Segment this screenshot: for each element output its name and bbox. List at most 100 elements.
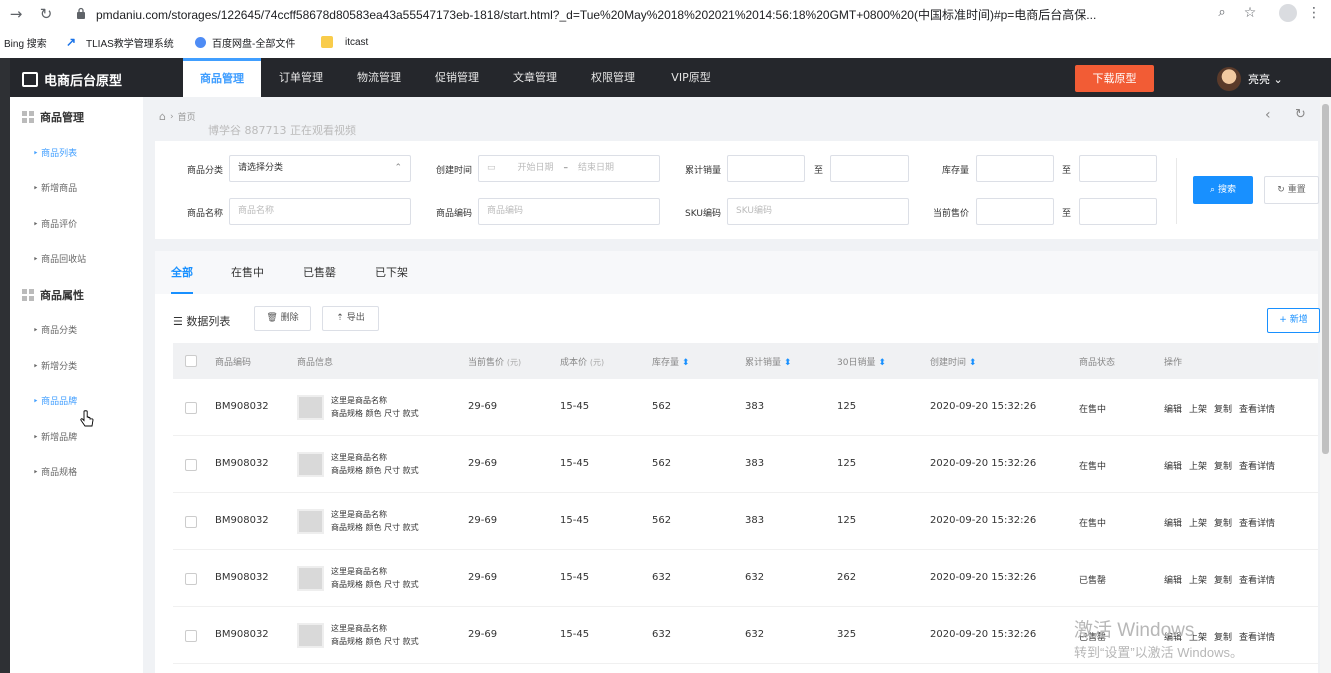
nav-promotion[interactable]: 促销管理 xyxy=(418,58,496,97)
bookmark-baidu[interactable]: 百度网盘-全部文件 xyxy=(195,32,295,52)
copy-link[interactable]: 复制 xyxy=(1214,573,1232,586)
sidebar-item-add-goods[interactable]: ‣ 新增商品 xyxy=(33,181,77,194)
avatar[interactable] xyxy=(1217,67,1241,91)
col-code: 商品编码 xyxy=(215,358,252,368)
edit-link[interactable]: 编辑 xyxy=(1164,402,1182,415)
code-input[interactable]: 商品编码 xyxy=(478,198,660,225)
nav-goods[interactable]: 商品管理 xyxy=(183,58,261,97)
col-cost[interactable]: 成本价 (元) xyxy=(560,355,604,368)
shelve-link[interactable]: 上架 xyxy=(1189,459,1207,472)
cell-sales30: 125 xyxy=(837,515,857,526)
sku-input[interactable]: SKU编码 xyxy=(727,198,909,225)
detail-link[interactable]: 查看详情 xyxy=(1239,573,1275,586)
shelve-link[interactable]: 上架 xyxy=(1189,516,1207,529)
edit-link[interactable]: 编辑 xyxy=(1164,573,1182,586)
sort-icon[interactable]: ⬍ xyxy=(682,358,690,368)
sidebar-item-category[interactable]: ‣ 商品分类 xyxy=(33,323,77,336)
breadcrumb: ⌂ › 首页 xyxy=(159,110,196,123)
star-icon[interactable]: ☆ xyxy=(1240,5,1260,21)
sidebar-group-goods[interactable]: 商品管理 xyxy=(22,109,84,125)
tab-off-shelf[interactable]: 已下架 xyxy=(375,251,408,294)
nav-article[interactable]: 文章管理 xyxy=(496,58,574,97)
sort-icon[interactable]: ⬍ xyxy=(878,358,886,368)
copy-link[interactable]: 复制 xyxy=(1214,459,1232,472)
chevron-left-icon[interactable]: ‹ xyxy=(1265,107,1271,123)
sidebar-item-recycle[interactable]: ‣ 商品回收站 xyxy=(33,252,86,265)
export-button[interactable]: ⇡ 导出 xyxy=(322,306,379,331)
tab-sold-out[interactable]: 已售罄 xyxy=(303,251,336,294)
edit-link[interactable]: 编辑 xyxy=(1164,516,1182,529)
row-checkbox[interactable] xyxy=(185,402,197,414)
col-stock[interactable]: 库存量 ⬍ xyxy=(652,355,689,368)
delete-button[interactable]: 🗑 删除 xyxy=(254,306,311,331)
sales-max-input[interactable] xyxy=(830,155,909,182)
zoom-icon[interactable]: ⌕ xyxy=(1212,5,1232,20)
tab-on-sale[interactable]: 在售中 xyxy=(231,251,264,294)
shelve-link[interactable]: 上架 xyxy=(1189,402,1207,415)
detail-link[interactable]: 查看详情 xyxy=(1239,516,1275,529)
nav-logistics[interactable]: 物流管理 xyxy=(340,58,418,97)
select-all-checkbox[interactable] xyxy=(185,355,197,367)
col-sales[interactable]: 累计销量 ⬍ xyxy=(745,355,791,368)
sidebar-item-add-category[interactable]: ‣ 新增分类 xyxy=(33,359,77,372)
sidebar-item-spec[interactable]: ‣ 商品规格 xyxy=(33,465,77,478)
add-button[interactable]: + 新增 xyxy=(1267,308,1320,333)
end-date[interactable]: 结束日期 xyxy=(578,156,614,181)
nav-orders[interactable]: 订单管理 xyxy=(262,58,340,97)
breadcrumb-home[interactable]: 首页 xyxy=(178,110,196,123)
cell-stock: 632 xyxy=(652,572,672,583)
row-checkbox[interactable] xyxy=(185,573,197,585)
name-input[interactable]: 商品名称 xyxy=(229,198,411,225)
row-checkbox[interactable] xyxy=(185,630,197,642)
tab-all[interactable]: 全部 xyxy=(171,251,193,294)
category-select[interactable]: 请选择分类 ⌃ xyxy=(229,155,411,182)
row-checkbox[interactable] xyxy=(185,459,197,471)
detail-link[interactable]: 查看详情 xyxy=(1239,402,1275,415)
copy-link[interactable]: 复制 xyxy=(1214,402,1232,415)
cell-code: BM908032 xyxy=(215,572,269,583)
sidebar-item-brand[interactable]: ‣ 商品品牌 xyxy=(33,394,77,407)
reload-icon[interactable]: ↻ xyxy=(36,5,56,23)
nav-vip[interactable]: VIP原型 xyxy=(652,58,730,97)
user-menu[interactable]: 亮亮 ⌄ xyxy=(1248,71,1283,87)
sort-icon[interactable]: ⬍ xyxy=(784,358,792,368)
detail-link[interactable]: 查看详情 xyxy=(1239,630,1275,643)
start-date[interactable]: 开始日期 xyxy=(518,156,554,181)
stock-max-input[interactable] xyxy=(1079,155,1157,182)
search-button[interactable]: ⌕ 搜索 xyxy=(1193,176,1253,204)
brand[interactable]: 电商后台原型 xyxy=(22,70,122,89)
breadcrumb-sep: › xyxy=(169,111,174,122)
home-icon[interactable]: ⌂ xyxy=(159,110,166,123)
shelve-link[interactable]: 上架 xyxy=(1189,573,1207,586)
refresh-icon[interactable]: ↻ xyxy=(1295,107,1306,122)
sidebar-item-reviews[interactable]: ‣ 商品评价 xyxy=(33,217,77,230)
copy-link[interactable]: 复制 xyxy=(1214,516,1232,529)
divider xyxy=(1176,158,1177,224)
download-button[interactable]: 下载原型 xyxy=(1075,65,1154,92)
forward-icon[interactable]: → xyxy=(6,5,26,23)
row-checkbox[interactable] xyxy=(185,516,197,528)
bookmark-itcast[interactable]: itcast xyxy=(321,32,368,52)
reset-button[interactable]: ↻ 重置 xyxy=(1264,176,1319,204)
price-min-input[interactable] xyxy=(976,198,1054,225)
price-max-input[interactable] xyxy=(1079,198,1157,225)
profile-icon[interactable] xyxy=(1279,4,1297,22)
sidebar-item-goods-list[interactable]: ‣ 商品列表 xyxy=(33,146,77,159)
detail-link[interactable]: 查看详情 xyxy=(1239,459,1275,472)
sort-icon[interactable]: ⬍ xyxy=(969,358,977,368)
edit-link[interactable]: 编辑 xyxy=(1164,459,1182,472)
col-created[interactable]: 创建时间 ⬍ xyxy=(930,355,976,368)
bookmark-tlias[interactable]: ↗ TLIAS教学管理系统 xyxy=(66,32,174,52)
sidebar-item-add-brand[interactable]: ‣ 新增品牌 xyxy=(33,430,77,443)
col-price[interactable]: 当前售价 (元) xyxy=(468,355,521,368)
nav-permission[interactable]: 权限管理 xyxy=(574,58,652,97)
date-range-input[interactable]: ▭ 开始日期 – 结束日期 xyxy=(478,155,660,182)
menu-icon[interactable]: ⋮ xyxy=(1304,5,1324,21)
bookmark-bing[interactable]: Bing 搜索 xyxy=(4,32,47,52)
address-bar[interactable]: pmdaniu.com/storages/122645/74ccff58678d… xyxy=(96,6,1196,23)
scrollbar-thumb[interactable] xyxy=(1322,104,1329,454)
col-sales30[interactable]: 30日销量 ⬍ xyxy=(837,355,886,368)
sales-min-input[interactable] xyxy=(727,155,805,182)
sidebar-group-attributes[interactable]: 商品属性 xyxy=(22,287,84,303)
stock-min-input[interactable] xyxy=(976,155,1054,182)
